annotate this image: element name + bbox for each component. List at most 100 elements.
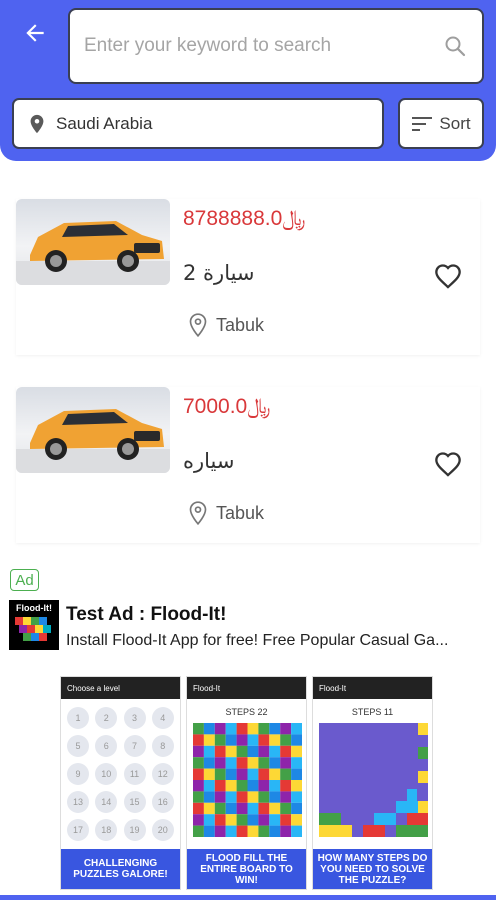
search-box[interactable]: [68, 8, 484, 84]
board-cell: [247, 723, 259, 735]
sort-icon: [412, 116, 433, 131]
board-cell: [225, 734, 237, 746]
level-button: 7: [123, 735, 146, 757]
board-cell: [203, 814, 215, 826]
board-cell: [214, 745, 226, 758]
board-cell: [203, 780, 215, 792]
board-cell: [236, 814, 248, 826]
board-cell: [214, 825, 226, 837]
board-cell: [225, 780, 237, 792]
board-cell: [214, 780, 226, 792]
favorite-heart-icon[interactable]: [431, 261, 465, 291]
board-cell: [258, 745, 270, 758]
board-cell: [214, 791, 226, 803]
search-icon[interactable]: [442, 33, 468, 59]
board-cell: [225, 825, 237, 837]
board-cell: [280, 814, 292, 826]
level-button: 6: [95, 735, 118, 757]
listing-price: 8788888.0﷼: [183, 207, 306, 230]
listing-card[interactable]: 8788888.0﷼ سيارة 2 Tabuk: [16, 199, 480, 355]
board-cell: [291, 745, 302, 758]
search-input[interactable]: [84, 35, 442, 57]
board-cell: [258, 780, 270, 792]
board-cell: [203, 791, 215, 803]
game-board: [193, 723, 302, 837]
board-cell: [280, 723, 292, 735]
level-button: 10: [95, 763, 118, 785]
ad-badge: Ad: [10, 569, 39, 591]
listing-location: Tabuk: [188, 500, 264, 526]
board-cell: [214, 814, 226, 826]
board-cell: [280, 768, 292, 780]
board-cell: [247, 768, 259, 780]
location-pin-outline-icon: [189, 501, 207, 526]
ad-title[interactable]: Test Ad : Flood-It!: [66, 604, 226, 626]
board-cell: [193, 757, 204, 769]
board-cell: [280, 825, 292, 837]
screenshot-bar: Flood-It: [187, 677, 306, 699]
board-cell: [280, 780, 292, 792]
location-selector[interactable]: Saudi Arabia: [12, 98, 384, 149]
board-cell: [193, 814, 204, 826]
listing-title: سيارة 2: [183, 261, 255, 285]
board-cell: [291, 723, 302, 735]
game-board: [319, 723, 428, 837]
board-cell: [269, 734, 281, 746]
board-cell: [225, 814, 237, 826]
board-cell: [269, 802, 281, 815]
sort-button[interactable]: Sort: [398, 98, 484, 149]
back-button[interactable]: [18, 16, 52, 50]
board-cell: [291, 734, 302, 746]
listing-card[interactable]: 7000.0﷼ سياره Tabuk: [16, 387, 480, 543]
ad-screenshot-board[interactable]: Flood-It STEPS 22 FLOOD FILL THE ENTIRE …: [186, 676, 307, 890]
board-cell: [193, 723, 204, 735]
ad-screenshot-solve[interactable]: Flood-It STEPS 11 HOW MANY STEPS DO YOU …: [312, 676, 433, 890]
board-cell: [225, 757, 237, 769]
board-cell: [247, 814, 259, 826]
board-cell: [236, 734, 248, 746]
board-cell: [291, 757, 302, 769]
board-cell: [291, 802, 302, 815]
board-cell: [280, 791, 292, 803]
level-button: 18: [95, 819, 118, 841]
level-button: 19: [123, 819, 146, 841]
favorite-heart-icon[interactable]: [431, 449, 465, 479]
board-cell: [214, 734, 226, 746]
header: Saudi Arabia Sort: [0, 0, 496, 161]
ad-screenshot-levels[interactable]: Choose a level 1 2 3 4 5 6 7 8 9 10 11 12 13 14 15 16 17…: [60, 676, 181, 890]
board-cell: [193, 791, 204, 803]
board-cell: [193, 780, 204, 792]
board-cell: [214, 723, 226, 735]
board-cell: [203, 734, 215, 746]
board-cell: [203, 768, 215, 780]
board-cell: [225, 791, 237, 803]
listing-location: Tabuk: [188, 312, 264, 338]
level-button: 3: [123, 707, 146, 729]
board-cell: [193, 768, 204, 780]
level-grid: 1 2 3 4 5 6 7 8 9 10 11 12 13 14 15 16 17 18 19 20: [61, 699, 180, 849]
board-cell: [193, 802, 204, 815]
board-cell: [203, 757, 215, 769]
board-cell: [258, 757, 270, 769]
board-cell: [193, 745, 204, 758]
level-button: 4: [151, 707, 174, 729]
level-button: 1: [67, 707, 89, 729]
board-cell: [214, 768, 226, 780]
board-cell: [280, 757, 292, 769]
level-button: 15: [123, 791, 146, 813]
board-cell: [247, 780, 259, 792]
board-cell: [247, 745, 259, 758]
board-cell: [203, 723, 215, 735]
board-cell: [280, 802, 292, 815]
board-cell: [225, 745, 237, 758]
screenshot-caption: HOW MANY STEPS DO YOU NEED TO SOLVE THE …: [313, 849, 432, 889]
ad-app-icon[interactable]: Flood-It!: [9, 600, 59, 650]
screenshot-bar: Choose a level: [61, 677, 180, 699]
board-cell: [291, 791, 302, 803]
board-cell: [225, 723, 237, 735]
board-cell: [247, 791, 259, 803]
ad-icon-label: Flood-It!: [16, 603, 52, 613]
board-cell: [269, 780, 281, 792]
board-cell: [269, 768, 281, 780]
board-cell: [258, 791, 270, 803]
